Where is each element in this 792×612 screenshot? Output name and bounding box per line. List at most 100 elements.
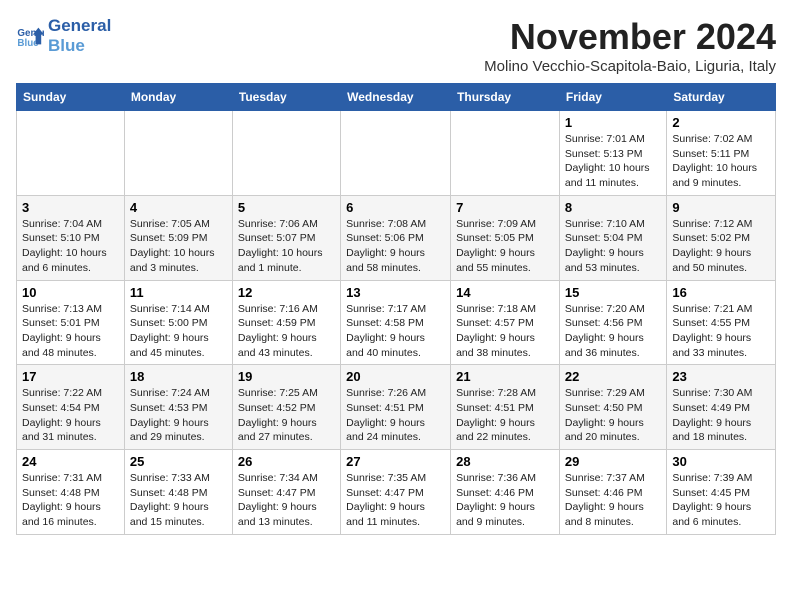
- weekday-header-row: Sunday Monday Tuesday Wednesday Thursday…: [17, 84, 776, 111]
- day-number: 22: [565, 369, 661, 384]
- day-info: Sunrise: 7:06 AMSunset: 5:07 PMDaylight:…: [238, 217, 335, 276]
- day-info: Sunrise: 7:31 AMSunset: 4:48 PMDaylight:…: [22, 471, 119, 530]
- day-number: 24: [22, 454, 119, 469]
- day-number: 10: [22, 285, 119, 300]
- day-number: 4: [130, 200, 227, 215]
- calendar-week-row: 24 Sunrise: 7:31 AMSunset: 4:48 PMDayligh…: [17, 450, 776, 535]
- calendar-cell: [232, 111, 340, 196]
- calendar-cell: 3 Sunrise: 7:04 AMSunset: 5:10 PMDaylight…: [17, 195, 125, 280]
- calendar-cell: 14 Sunrise: 7:18 AMSunset: 4:57 PMDayligh…: [451, 280, 560, 365]
- day-number: 27: [346, 454, 445, 469]
- day-info: Sunrise: 7:25 AMSunset: 4:52 PMDaylight:…: [238, 386, 335, 445]
- calendar-cell: 20 Sunrise: 7:26 AMSunset: 4:51 PMDayligh…: [341, 365, 451, 450]
- day-info: Sunrise: 7:20 AMSunset: 4:56 PMDaylight:…: [565, 302, 661, 361]
- day-info: Sunrise: 7:14 AMSunset: 5:00 PMDaylight:…: [130, 302, 227, 361]
- calendar-week-row: 10 Sunrise: 7:13 AMSunset: 5:01 PMDayligh…: [17, 280, 776, 365]
- day-info: Sunrise: 7:04 AMSunset: 5:10 PMDaylight:…: [22, 217, 119, 276]
- day-number: 25: [130, 454, 227, 469]
- day-number: 7: [456, 200, 554, 215]
- calendar-cell: 10 Sunrise: 7:13 AMSunset: 5:01 PMDayligh…: [17, 280, 125, 365]
- day-info: Sunrise: 7:30 AMSunset: 4:49 PMDaylight:…: [672, 386, 770, 445]
- day-number: 20: [346, 369, 445, 384]
- day-info: Sunrise: 7:17 AMSunset: 4:58 PMDaylight:…: [346, 302, 445, 361]
- day-number: 14: [456, 285, 554, 300]
- day-number: 6: [346, 200, 445, 215]
- day-info: Sunrise: 7:08 AMSunset: 5:06 PMDaylight:…: [346, 217, 445, 276]
- calendar-cell: 7 Sunrise: 7:09 AMSunset: 5:05 PMDaylight…: [451, 195, 560, 280]
- calendar-week-row: 17Sunrise: 7:22 AMSunset: 4:54 PMDayligh…: [17, 365, 776, 450]
- header-thursday: Thursday: [451, 84, 560, 111]
- calendar-table: Sunday Monday Tuesday Wednesday Thursday…: [16, 83, 776, 535]
- calendar-cell: 11 Sunrise: 7:14 AMSunset: 5:00 PMDayligh…: [124, 280, 232, 365]
- calendar-cell: 22 Sunrise: 7:29 AMSunset: 4:50 PMDayligh…: [559, 365, 666, 450]
- day-number: 16: [672, 285, 770, 300]
- calendar-cell: 9Sunrise: 7:12 AMSunset: 5:02 PMDaylight…: [667, 195, 776, 280]
- location-subtitle: Molino Vecchio-Scapitola-Baio, Liguria, …: [484, 58, 776, 75]
- day-number: 12: [238, 285, 335, 300]
- header-saturday: Saturday: [667, 84, 776, 111]
- day-info: Sunrise: 7:33 AMSunset: 4:48 PMDaylight:…: [130, 471, 227, 530]
- month-year-title: November 2024: [484, 16, 776, 58]
- calendar-cell: [17, 111, 125, 196]
- day-number: 8: [565, 200, 661, 215]
- day-info: Sunrise: 7:18 AMSunset: 4:57 PMDaylight:…: [456, 302, 554, 361]
- day-number: 11: [130, 285, 227, 300]
- calendar-cell: 6 Sunrise: 7:08 AMSunset: 5:06 PMDaylight…: [341, 195, 451, 280]
- header-friday: Friday: [559, 84, 666, 111]
- calendar-cell: [124, 111, 232, 196]
- day-info: Sunrise: 7:16 AMSunset: 4:59 PMDaylight:…: [238, 302, 335, 361]
- day-number: 23: [672, 369, 770, 384]
- calendar-week-row: 3 Sunrise: 7:04 AMSunset: 5:10 PMDaylight…: [17, 195, 776, 280]
- calendar-cell: 5Sunrise: 7:06 AMSunset: 5:07 PMDaylight…: [232, 195, 340, 280]
- day-number: 21: [456, 369, 554, 384]
- day-info: Sunrise: 7:10 AMSunset: 5:04 PMDaylight:…: [565, 217, 661, 276]
- logo-general: General: [48, 16, 111, 35]
- calendar-cell: 30 Sunrise: 7:39 AMSunset: 4:45 PMDayligh…: [667, 450, 776, 535]
- calendar-cell: 24 Sunrise: 7:31 AMSunset: 4:48 PMDayligh…: [17, 450, 125, 535]
- day-info: Sunrise: 7:39 AMSunset: 4:45 PMDaylight:…: [672, 471, 770, 530]
- day-info: Sunrise: 7:09 AMSunset: 5:05 PMDaylight:…: [456, 217, 554, 276]
- calendar-cell: 1 Sunrise: 7:01 AMSunset: 5:13 PMDaylight…: [559, 111, 666, 196]
- day-info: Sunrise: 7:05 AMSunset: 5:09 PMDaylight:…: [130, 217, 227, 276]
- day-number: 17: [22, 369, 119, 384]
- calendar-cell: 26Sunrise: 7:34 AMSunset: 4:47 PMDayligh…: [232, 450, 340, 535]
- day-number: 19: [238, 369, 335, 384]
- calendar-cell: 12 Sunrise: 7:16 AMSunset: 4:59 PMDayligh…: [232, 280, 340, 365]
- calendar-cell: 15 Sunrise: 7:20 AMSunset: 4:56 PMDayligh…: [559, 280, 666, 365]
- calendar-cell: 4 Sunrise: 7:05 AMSunset: 5:09 PMDaylight…: [124, 195, 232, 280]
- calendar-cell: 23 Sunrise: 7:30 AMSunset: 4:49 PMDayligh…: [667, 365, 776, 450]
- day-number: 15: [565, 285, 661, 300]
- day-info: Sunrise: 7:29 AMSunset: 4:50 PMDaylight:…: [565, 386, 661, 445]
- calendar-cell: [341, 111, 451, 196]
- day-info: Sunrise: 7:26 AMSunset: 4:51 PMDaylight:…: [346, 386, 445, 445]
- calendar-cell: [451, 111, 560, 196]
- day-number: 29: [565, 454, 661, 469]
- day-info: Sunrise: 7:01 AMSunset: 5:13 PMDaylight:…: [565, 132, 661, 191]
- calendar-cell: 28 Sunrise: 7:36 AMSunset: 4:46 PMDayligh…: [451, 450, 560, 535]
- day-info: Sunrise: 7:35 AMSunset: 4:47 PMDaylight:…: [346, 471, 445, 530]
- day-info: Sunrise: 7:12 AMSunset: 5:02 PMDaylight:…: [672, 217, 770, 276]
- calendar-cell: 19 Sunrise: 7:25 AMSunset: 4:52 PMDayligh…: [232, 365, 340, 450]
- calendar-cell: 29 Sunrise: 7:37 AMSunset: 4:46 PMDayligh…: [559, 450, 666, 535]
- calendar-cell: 8 Sunrise: 7:10 AMSunset: 5:04 PMDaylight…: [559, 195, 666, 280]
- day-number: 2: [672, 115, 770, 130]
- calendar-cell: 21 Sunrise: 7:28 AMSunset: 4:51 PMDayligh…: [451, 365, 560, 450]
- title-section: November 2024 Molino Vecchio-Scapitola-B…: [484, 16, 776, 75]
- day-number: 30: [672, 454, 770, 469]
- calendar-cell: 17Sunrise: 7:22 AMSunset: 4:54 PMDayligh…: [17, 365, 125, 450]
- calendar-cell: 18Sunrise: 7:24 AMSunset: 4:53 PMDayligh…: [124, 365, 232, 450]
- header-wednesday: Wednesday: [341, 84, 451, 111]
- day-info: Sunrise: 7:13 AMSunset: 5:01 PMDaylight:…: [22, 302, 119, 361]
- day-number: 18: [130, 369, 227, 384]
- day-info: Sunrise: 7:28 AMSunset: 4:51 PMDaylight:…: [456, 386, 554, 445]
- day-info: Sunrise: 7:36 AMSunset: 4:46 PMDaylight:…: [456, 471, 554, 530]
- day-info: Sunrise: 7:02 AMSunset: 5:11 PMDaylight:…: [672, 132, 770, 191]
- calendar-cell: 13Sunrise: 7:17 AMSunset: 4:58 PMDayligh…: [341, 280, 451, 365]
- day-number: 28: [456, 454, 554, 469]
- calendar-cell: 16Sunrise: 7:21 AMSunset: 4:55 PMDayligh…: [667, 280, 776, 365]
- generalblue-logo-icon: General Blue: [16, 22, 44, 50]
- day-number: 1: [565, 115, 661, 130]
- calendar-cell: 2 Sunrise: 7:02 AMSunset: 5:11 PMDaylight…: [667, 111, 776, 196]
- day-number: 3: [22, 200, 119, 215]
- day-info: Sunrise: 7:37 AMSunset: 4:46 PMDaylight:…: [565, 471, 661, 530]
